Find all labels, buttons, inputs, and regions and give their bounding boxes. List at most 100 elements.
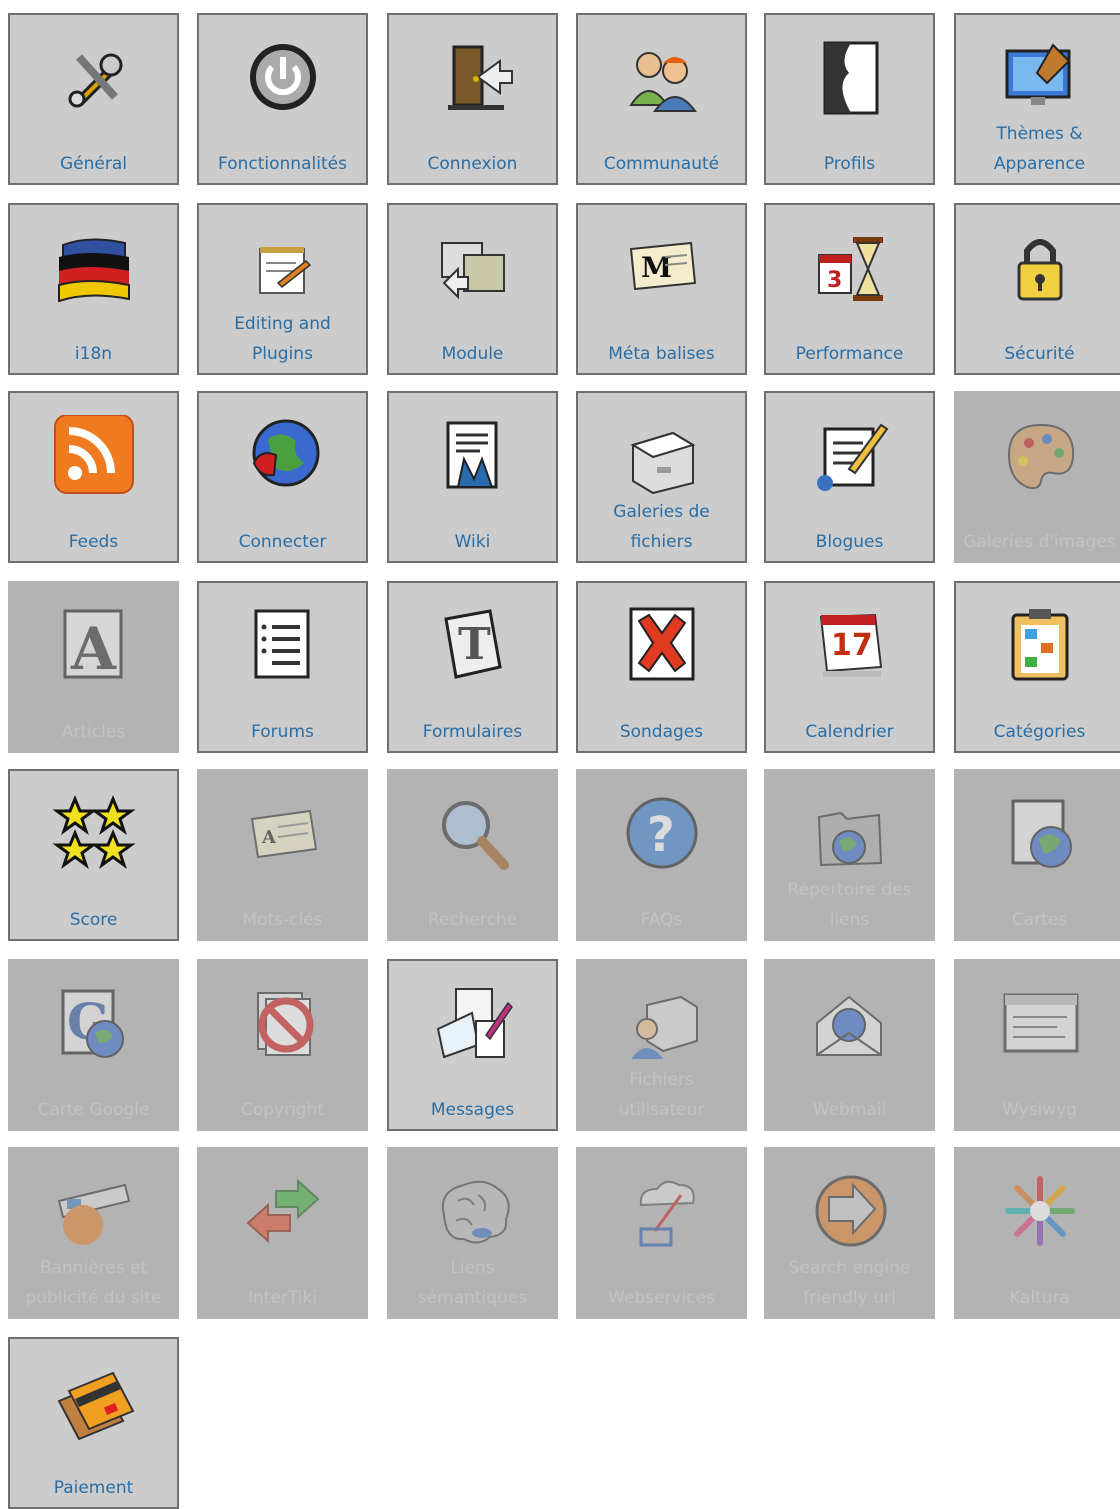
admin-tile-label: Score: [69, 910, 118, 930]
admin-tile-label: FAQs: [640, 910, 683, 930]
admin-tile[interactable]: Feeds: [8, 391, 179, 563]
admin-tile[interactable]: Messages: [387, 959, 558, 1131]
admin-tile[interactable]: ? FAQs: [576, 769, 747, 941]
admin-tile[interactable]: Profils: [764, 13, 935, 185]
admin-tile[interactable]: Webmail: [764, 959, 935, 1131]
calendar-hourglass-icon: 3: [805, 227, 895, 307]
red-x-icon: [617, 605, 707, 685]
file-drawer-icon: [617, 415, 707, 495]
admin-tile[interactable]: A Mots-clés: [197, 769, 368, 941]
admin-tile-label: Catégories: [993, 722, 1086, 742]
admin-tile[interactable]: Copyright: [197, 959, 368, 1131]
admin-tile-label: i18n: [74, 344, 113, 364]
admin-tile[interactable]: 17 Calendrier: [764, 581, 935, 753]
notepad-pencil-icon: [238, 227, 328, 307]
admin-tile-label: Sécurité: [1004, 344, 1075, 364]
admin-tile-label: Wiki: [454, 532, 491, 552]
flags-icon: [49, 227, 139, 307]
admin-tile[interactable]: M Méta balises: [576, 203, 747, 375]
admin-tile[interactable]: Cartes: [954, 769, 1120, 941]
admin-tile-label: Recherche: [427, 910, 518, 930]
admin-tile[interactable]: Forums: [197, 581, 368, 753]
admin-tile-label: Fichiers utilisateur: [618, 1070, 705, 1120]
forum-list-icon: [238, 605, 328, 685]
envelope-globe-icon: [805, 983, 895, 1063]
svg-text:17: 17: [831, 628, 873, 663]
admin-tile[interactable]: Connecter: [197, 391, 368, 563]
admin-tile[interactable]: Thèmes & Apparence: [954, 13, 1120, 185]
admin-tile[interactable]: Bannières et publicité du site: [8, 1147, 179, 1319]
admin-tile-label: Articles: [61, 722, 126, 742]
admin-tile[interactable]: Fonctionnalités: [197, 13, 368, 185]
power-icon: [238, 37, 328, 117]
admin-tile-label: Kaltura: [1009, 1288, 1070, 1308]
admin-tile[interactable]: Sécurité: [954, 203, 1120, 375]
user-files-icon: [617, 983, 707, 1063]
padlock-icon: [995, 227, 1085, 307]
admin-tile-label: Copyright: [240, 1100, 325, 1120]
wiki-document-icon: [428, 415, 518, 495]
admin-tile[interactable]: Wysiwyg: [954, 959, 1120, 1131]
admin-tile[interactable]: Search engine friendly url: [764, 1147, 935, 1319]
people-icon: [617, 37, 707, 117]
admin-tile[interactable]: Communauté: [576, 13, 747, 185]
admin-tile-label: Thèmes & Apparence: [993, 124, 1086, 174]
admin-tile-label: Méta balises: [608, 344, 715, 364]
admin-tile-label: Galeries de fichiers: [613, 502, 710, 552]
admin-tile[interactable]: Galeries d'images: [954, 391, 1120, 563]
magnifier-icon: [428, 793, 518, 873]
admin-tile[interactable]: Kaltura: [954, 1147, 1120, 1319]
admin-tile-label: Connecter: [238, 532, 327, 552]
admin-tile-label: Communauté: [603, 154, 720, 174]
admin-tile-label: Connexion: [427, 154, 518, 174]
admin-tile[interactable]: Score: [8, 769, 179, 941]
admin-tile[interactable]: Editing and Plugins: [197, 203, 368, 375]
admin-tile-label: Cartes: [1011, 910, 1068, 930]
cloud-network-icon: [617, 1171, 707, 1251]
admin-tile-label: Module: [441, 344, 504, 364]
admin-tile-label: Messages: [430, 1100, 515, 1120]
palette-icon: [995, 415, 1085, 495]
keyword-card-icon: A: [238, 793, 328, 873]
admin-tile[interactable]: Wiki: [387, 391, 558, 563]
admin-tile[interactable]: Blogues: [764, 391, 935, 563]
admin-tile[interactable]: Galeries de fichiers: [576, 391, 747, 563]
kaltura-flower-icon: [995, 1171, 1085, 1251]
arrow-circle-icon: [805, 1171, 895, 1251]
admin-features-grid: Général Fonctionnalités Connexion Communaut…: [0, 0, 1120, 1509]
admin-tile[interactable]: T Formulaires: [387, 581, 558, 753]
tools-icon: [49, 37, 139, 117]
messages-icon: [428, 983, 518, 1063]
svg-text:A: A: [70, 615, 117, 683]
exchange-arrows-icon: [238, 1171, 328, 1251]
calendar-17-icon: 17: [805, 605, 895, 685]
admin-tile[interactable]: Module: [387, 203, 558, 375]
admin-tile[interactable]: Catégories: [954, 581, 1120, 753]
admin-tile[interactable]: Fichiers utilisateur: [576, 959, 747, 1131]
admin-tile-label: Liens sémantiques: [417, 1258, 528, 1308]
admin-tile[interactable]: G Carte Google: [8, 959, 179, 1131]
admin-tile[interactable]: Webservices: [576, 1147, 747, 1319]
google-globe-icon: G: [49, 983, 139, 1063]
admin-tile-label: Webservices: [608, 1288, 715, 1308]
question-icon: ?: [617, 793, 707, 873]
admin-tile[interactable]: Liens sémantiques: [387, 1147, 558, 1319]
admin-tile[interactable]: A Articles: [8, 581, 179, 753]
profile-icon: [805, 37, 895, 117]
admin-tile[interactable]: Paiement: [8, 1337, 179, 1509]
admin-tile[interactable]: Connexion: [387, 13, 558, 185]
clipboard-tree-icon: [995, 605, 1085, 685]
admin-tile[interactable]: 3 Performance: [764, 203, 935, 375]
admin-tile-label: Editing and Plugins: [234, 314, 331, 364]
no-copy-icon: [238, 983, 328, 1063]
admin-tile[interactable]: Recherche: [387, 769, 558, 941]
admin-tile-label: Répertoire des liens: [787, 880, 912, 930]
admin-tile[interactable]: Répertoire des liens: [764, 769, 935, 941]
blog-pencil-icon: [805, 415, 895, 495]
admin-tile[interactable]: i18n: [8, 203, 179, 375]
admin-tile[interactable]: InterTiki: [197, 1147, 368, 1319]
admin-tile[interactable]: Sondages: [576, 581, 747, 753]
module-windows-icon: [428, 227, 518, 307]
svg-text:?: ?: [647, 807, 675, 863]
admin-tile[interactable]: Général: [8, 13, 179, 185]
